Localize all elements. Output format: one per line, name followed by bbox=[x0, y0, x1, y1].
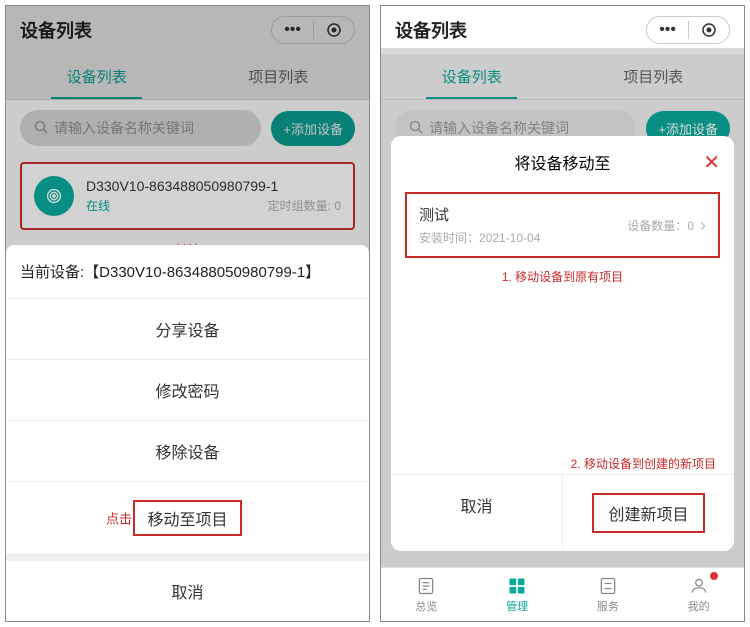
search-placeholder: 请输入设备名称关键词 bbox=[429, 118, 569, 138]
sheet-move[interactable]: 点击 移动至项目 bbox=[6, 482, 369, 555]
nav-overview[interactable]: 总览 bbox=[381, 568, 472, 621]
chevron-right-icon: › bbox=[700, 215, 706, 236]
nav-service[interactable]: 服务 bbox=[563, 568, 654, 621]
page-title: 设备列表 bbox=[20, 17, 92, 43]
project-name: 测试 bbox=[419, 204, 627, 225]
project-meta: 安装时间：2021-10-04 bbox=[419, 229, 627, 246]
nav-label: 服务 bbox=[597, 598, 619, 614]
tab-devices[interactable]: 设备列表 bbox=[381, 54, 563, 99]
nav-label: 总览 bbox=[415, 598, 437, 614]
nav-mine[interactable]: 我的 bbox=[653, 568, 744, 621]
header: 设备列表 ••• bbox=[381, 6, 744, 54]
move-device-modal: 将设备移动至 ✕ 测试 安装时间：2021-10-04 设备数量：0 › 1. … bbox=[391, 136, 734, 551]
person-icon bbox=[689, 576, 709, 596]
device-card[interactable]: D330V10-863488050980799-1 在线 定时组数量: 0 bbox=[20, 162, 355, 230]
add-device-button[interactable]: +添加设备 bbox=[271, 111, 355, 146]
nav-manage[interactable]: 管理 bbox=[472, 568, 563, 621]
mini-program-capsule[interactable]: ••• bbox=[646, 16, 730, 44]
tabs: 设备列表 项目列表 bbox=[6, 54, 369, 100]
search-placeholder: 请输入设备名称关键词 bbox=[54, 118, 194, 138]
action-sheet: 当前设备:【D330V10-863488050980799-1】 分享设备 修改… bbox=[6, 245, 369, 621]
create-label: 创建新项目 bbox=[592, 493, 704, 533]
manage-icon bbox=[507, 576, 527, 596]
mini-program-capsule[interactable]: ••• bbox=[271, 16, 355, 44]
search-row: 请输入设备名称关键词 +添加设备 bbox=[6, 100, 369, 156]
tabs: 设备列表 项目列表 bbox=[381, 54, 744, 100]
search-icon bbox=[34, 120, 48, 137]
overview-icon bbox=[416, 576, 436, 596]
tab-projects[interactable]: 项目列表 bbox=[188, 54, 370, 99]
device-meta: 定时组数量: 0 bbox=[268, 197, 341, 214]
wifi-icon bbox=[34, 176, 74, 216]
close-icon[interactable]: ✕ bbox=[703, 150, 720, 175]
more-icon[interactable]: ••• bbox=[272, 17, 313, 43]
project-count: 设备数量：0 bbox=[627, 217, 694, 234]
install-date: 2021-10-04 bbox=[479, 231, 540, 245]
screen-left: 设备列表 ••• 设备列表 项目列表 请输入设备名称关键词 +添加设备 D330… bbox=[5, 5, 370, 622]
modal-title: 将设备移动至 bbox=[514, 150, 610, 174]
annotation-1: 1. 移动设备到原有项目 bbox=[391, 262, 734, 291]
sheet-cancel[interactable]: 取消 bbox=[6, 555, 369, 621]
notification-dot-icon bbox=[710, 572, 718, 580]
sheet-share[interactable]: 分享设备 bbox=[6, 299, 369, 360]
target-icon[interactable] bbox=[314, 18, 354, 42]
device-name: D330V10-863488050980799-1 bbox=[86, 178, 341, 194]
project-row[interactable]: 测试 安装时间：2021-10-04 设备数量：0 › bbox=[405, 192, 720, 258]
tab-projects[interactable]: 项目列表 bbox=[563, 54, 745, 99]
sheet-title: 当前设备:【D330V10-863488050980799-1】 bbox=[6, 245, 369, 299]
more-icon[interactable]: ••• bbox=[647, 17, 688, 43]
device-info: D330V10-863488050980799-1 在线 定时组数量: 0 bbox=[86, 178, 341, 214]
modal-create-button[interactable]: 创建新项目 bbox=[562, 475, 734, 551]
nav-label: 管理 bbox=[506, 598, 528, 614]
search-icon bbox=[409, 120, 423, 137]
modal-footer: 2. 移动设备到创建的新项目 取消 创建新项目 bbox=[391, 455, 734, 551]
project-info: 测试 安装时间：2021-10-04 bbox=[419, 204, 627, 246]
sheet-move-label: 移动至项目 bbox=[133, 500, 241, 536]
service-icon bbox=[598, 576, 618, 596]
annotation-click: 点击 bbox=[106, 509, 132, 528]
nav-label: 我的 bbox=[688, 598, 710, 614]
bottom-nav: 总览 管理 服务 我的 bbox=[381, 567, 744, 621]
sheet-remove[interactable]: 移除设备 bbox=[6, 421, 369, 482]
page-title: 设备列表 bbox=[395, 17, 467, 43]
sheet-change-password[interactable]: 修改密码 bbox=[6, 360, 369, 421]
screen-right: 设备列表 ••• 设备列表 项目列表 请输入设备名称关键词 +添加设备 将设备移… bbox=[380, 5, 745, 622]
target-icon[interactable] bbox=[689, 18, 729, 42]
modal-header: 将设备移动至 ✕ bbox=[391, 136, 734, 188]
device-status: 在线 bbox=[86, 197, 110, 214]
annotation-2: 2. 移动设备到创建的新项目 bbox=[391, 455, 734, 474]
modal-cancel-button[interactable]: 取消 bbox=[391, 475, 562, 551]
tab-devices[interactable]: 设备列表 bbox=[6, 54, 188, 99]
install-label: 安装时间： bbox=[419, 231, 479, 245]
search-input[interactable]: 请输入设备名称关键词 bbox=[20, 110, 261, 146]
header: 设备列表 ••• bbox=[6, 6, 369, 54]
